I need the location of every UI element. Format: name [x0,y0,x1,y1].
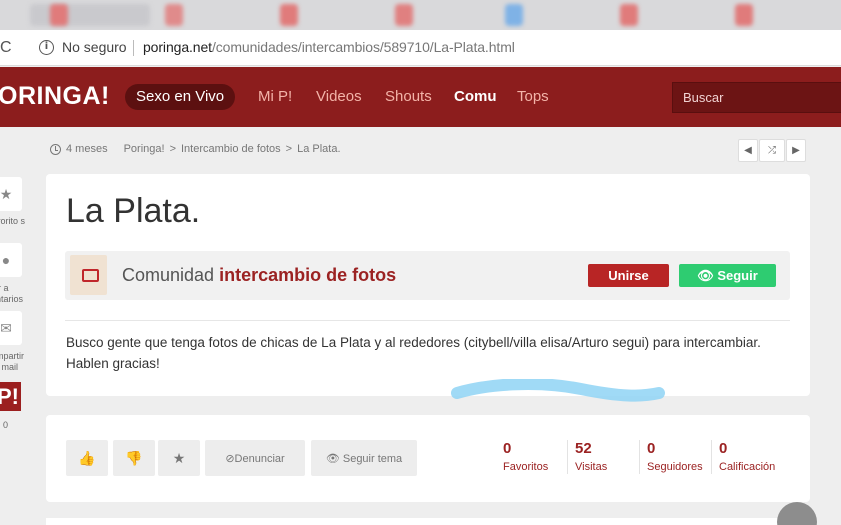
stat-divider [711,440,712,474]
chevron-right-icon: > [169,143,176,155]
caret-right-icon: ▶ [792,145,800,156]
stat-divider [639,440,640,474]
nav-tops[interactable]: Tops [517,88,549,105]
nav-sexo-en-vivo[interactable]: Sexo en Vivo [125,84,236,110]
divider [65,320,790,321]
community-chat-icon[interactable] [70,255,107,295]
community-name-link[interactable]: intercambio de fotos [219,265,396,285]
follow-topic-label: Seguir tema [342,452,403,465]
like-button[interactable]: 👍 [66,440,108,476]
star-icon: ★ [0,186,13,202]
rail-label-share-2: r mail [0,362,18,372]
site-logo[interactable]: ORINGA! [0,82,110,111]
nav-shouts[interactable]: Shouts [385,88,432,105]
community-label: Comunidad intercambio de fotos [122,265,396,286]
browser-tab-strip [0,0,841,30]
ban-icon: ⊘ [225,452,235,465]
breadcrumb-section[interactable]: Intercambio de fotos [181,143,281,155]
star-icon: ★ [172,449,186,466]
rail-label-favorites: vorito s [0,216,26,226]
post-card: La Plata. Comunidad intercambio de fotos… [46,174,810,402]
comments-rail-button[interactable]: ● [0,243,22,277]
share-mail-rail-button[interactable]: ✉ [0,311,22,345]
community-prefix: Comunidad [122,265,215,285]
breadcrumb-current: La Plata. [297,143,341,155]
url-text[interactable]: poringa.net/comunidades/intercambios/589… [143,39,515,55]
stat-label: Seguidores [647,461,703,473]
report-button[interactable]: ⊘Denunciar [205,440,305,476]
breadcrumb-site[interactable]: Poringa! [124,143,165,155]
blue-scribble-redaction [451,379,665,402]
stat-value: 0 [719,440,728,457]
nav-comu[interactable]: Comu [454,88,497,105]
not-secure-label: No seguro [62,39,127,55]
search-box [672,82,841,113]
follow-button[interactable]: 👁 Seguir [679,264,776,287]
mail-icon: ✉ [0,320,12,336]
follow-label: Seguir [717,267,758,283]
post-body: Busco gente que tenga fotos de chicas de… [66,335,761,371]
stat-favorites: 0 Favoritos [503,440,548,474]
rail-label-comments-2: ntarios [0,294,24,304]
stat-divider [567,440,568,474]
nav-mi-p[interactable]: Mi P! [258,88,292,105]
stat-label: Calificación [719,461,776,473]
post-title: La Plata. [66,192,201,230]
community-box: Comunidad intercambio de fotos Unirse 👁 … [65,251,790,300]
stat-followers: 0 Seguidores [647,440,703,474]
address-bar[interactable]: C i No seguro poringa.net/comunidades/in… [0,30,841,66]
thumbs-up-icon: 👍 [78,449,96,466]
random-post-button[interactable]: ⤮ [759,139,785,162]
url-path: /comunidades/intercambios/589710/La-Plat… [211,39,515,55]
rail-label-share-1: mpartir [0,351,25,361]
post-age: 4 meses [66,143,108,155]
next-post-button[interactable]: ▶ [786,139,806,162]
eye-icon: 👁 [325,452,340,465]
eye-icon: 👁 [697,267,714,283]
next-card-edge [46,518,810,525]
comment-icon: ● [1,252,11,268]
clock-icon [50,143,61,155]
rail-count: 0 [3,420,9,430]
nav-videos[interactable]: Videos [316,88,362,105]
dislike-button[interactable]: 👎 [113,440,155,476]
shuffle-icon: ⤮ [768,145,776,156]
stat-value: 0 [647,440,656,457]
rail-label-comments-1: ir a [0,283,9,293]
stat-label: Visitas [575,461,608,473]
follow-topic-button[interactable]: 👁 Seguir tema [311,440,417,476]
reload-icon[interactable]: C [0,39,16,57]
address-separator [133,40,134,56]
previous-post-button[interactable]: ◀ [738,139,758,162]
scroll-top-button[interactable] [777,502,817,525]
stat-label: Favoritos [503,461,549,473]
stat-rating: 0 Calificación [719,440,775,474]
favorite-button[interactable]: ★ [158,440,200,476]
stat-visits: 52 Visitas [575,440,607,474]
rail-poringa-logo[interactable]: P! [0,382,21,411]
site-header: ORINGA! Sexo en Vivo Mi P! Videos Shouts… [0,67,841,127]
search-input[interactable] [673,83,841,112]
favorite-rail-button[interactable]: ★ [0,177,22,211]
stat-value: 0 [503,440,512,457]
caret-left-icon: ◀ [744,145,752,156]
breadcrumb: 4 meses Poringa! > Intercambio de fotos … [50,143,341,155]
info-icon[interactable]: i [39,40,54,55]
report-label: Denunciar [234,452,285,465]
chevron-right-icon: > [285,143,293,155]
url-domain: poringa.net [143,39,212,55]
post-actions-card: 👍 👎 ★ ⊘Denunciar 👁 Seguir tema 0 Favorit… [46,415,810,502]
thumbs-down-icon: 👎 [125,449,143,466]
join-button[interactable]: Unirse [588,264,669,287]
stat-value: 52 [575,440,592,457]
